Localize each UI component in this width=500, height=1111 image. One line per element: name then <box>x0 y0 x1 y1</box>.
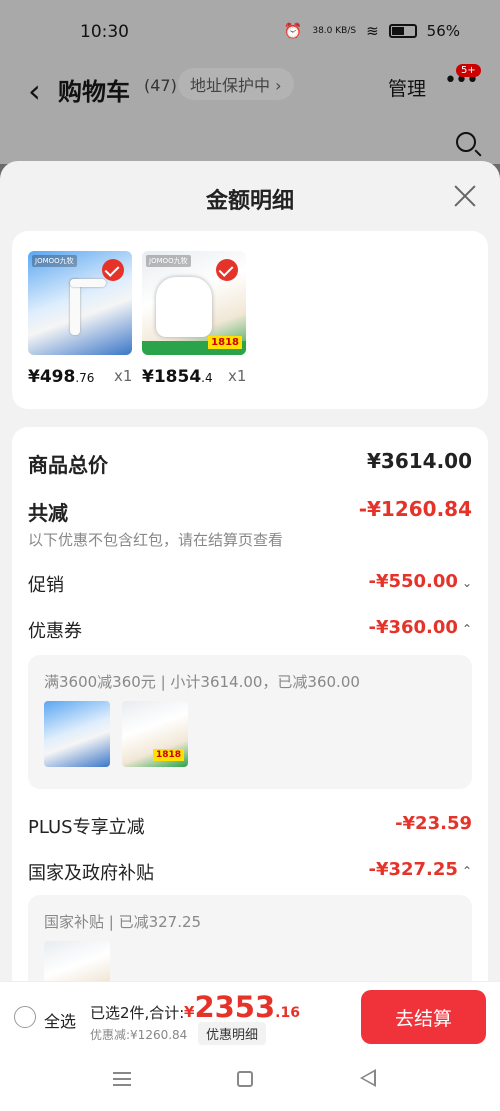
status-bar: 10:30 ⏰ 38.0 KB/S ≋ 56% <box>0 0 500 64</box>
home-icon[interactable] <box>237 1071 253 1087</box>
toilet-illustration <box>156 277 212 337</box>
battery-icon <box>388 24 417 38</box>
product-item-toilet[interactable]: JOMOO九牧 1818 ¥1854.4 x1 <box>142 251 246 387</box>
sheet-title: 金额明细 <box>205 189 294 214</box>
wifi-icon: ≋ <box>366 22 379 40</box>
status-icons: ⏰ 38.0 KB/S ≋ 56% <box>284 22 460 40</box>
product-qty: x1 <box>228 367 247 385</box>
product-image-faucet: JOMOO九牧 <box>28 251 132 355</box>
message-badge: 5+ <box>456 64 481 77</box>
select-all-label[interactable]: 全选 <box>44 1008 76 1032</box>
coupon-label: 优惠券 <box>28 621 82 642</box>
system-nav-bar <box>0 1053 500 1111</box>
alarm-icon: ⏰ <box>283 22 303 40</box>
row-reduce: 共减 -¥1260.84 <box>28 497 472 525</box>
discount-line: 优惠减:¥1260.84 <box>90 1028 188 1042</box>
faucet-illustration <box>70 279 106 335</box>
address-protect-label: 地址保护中 <box>190 76 271 95</box>
checkout-button[interactable]: 去结算 <box>361 990 486 1044</box>
manage-button[interactable]: 管理 <box>388 74 426 101</box>
total-yen: ¥ <box>184 1003 195 1021</box>
thumb-price-tag: 1818 <box>152 749 184 761</box>
product-qty: x1 <box>114 367 133 385</box>
image-price-tag: 1818 <box>208 336 242 349</box>
chevron-up-icon: ⌃ <box>461 622 472 636</box>
amount-detail-sheet: 金额明细 JOMOO九牧 ¥498.76 x1 JOMOO九牧 1818 ¥18… <box>0 161 500 1111</box>
coupon-detail-text: 满3600减360元 | 小计3614.00，已减360.00 <box>44 673 360 691</box>
gov-value: -¥327.25 ⌃ <box>368 859 472 880</box>
product-item-faucet[interactable]: JOMOO九牧 ¥498.76 x1 <box>28 251 132 387</box>
selected-info: 已选2件,合计: <box>90 1004 185 1022</box>
total-dec: .16 <box>275 1005 300 1021</box>
total-int: 2353 <box>194 990 276 1024</box>
reduce-label: 共减 <box>28 501 68 525</box>
reduce-value: -¥1260.84 <box>358 497 472 521</box>
product-card: JOMOO九牧 ¥498.76 x1 JOMOO九牧 1818 ¥1854.4 … <box>12 231 488 409</box>
product-image-toilet: JOMOO九牧 1818 <box>142 251 246 355</box>
address-protect-button[interactable]: 地址保护中 › <box>178 68 294 100</box>
row-promo[interactable]: 促销 -¥550.00 ⌄ <box>28 571 472 597</box>
cart-count: (47) <box>144 76 177 95</box>
cart-header: ‹ 购物车 (47) 地址保护中 › 管理 ••• 5+ 全部 购物 秒送外卖 <box>0 64 500 224</box>
product-price-dec: .4 <box>201 371 213 385</box>
row-coupon[interactable]: 优惠券 -¥360.00 ⌃ <box>28 617 472 643</box>
discount-detail-button[interactable]: 优惠明细 <box>198 1022 267 1045</box>
checked-icon <box>216 259 238 281</box>
coupon-amount: -¥360.00 <box>368 617 458 638</box>
page-title: 购物车 <box>58 78 130 106</box>
chevron-up-icon: ⌃ <box>461 864 472 878</box>
checkout-bar: 全选 已选2件,合计: ¥2353.16 优惠减:¥1260.84 优惠明细 去… <box>0 981 500 1053</box>
coupon-detail-box: 满3600减360元 | 小计3614.00，已减360.00 1818 <box>28 655 472 789</box>
brand-logo: JOMOO九牧 <box>146 255 191 267</box>
promo-label: 促销 <box>28 575 64 596</box>
gov-label: 国家及政府补贴 <box>28 863 154 884</box>
net-speed: 38.0 KB/S <box>312 26 357 36</box>
promo-amount: -¥550.00 <box>368 571 458 592</box>
coupon-thumb-toilet: 1818 <box>122 701 188 767</box>
product-price-int: ¥1854 <box>142 367 202 387</box>
promo-value: -¥550.00 ⌄ <box>368 571 472 592</box>
close-icon[interactable] <box>452 183 478 209</box>
total-value: ¥3614.00 <box>366 449 472 473</box>
brand-logo: JOMOO九牧 <box>32 255 77 267</box>
select-all-radio[interactable] <box>14 1006 36 1028</box>
battery-percent: 56% <box>426 22 460 40</box>
chevron-down-icon: ⌄ <box>461 576 472 590</box>
product-price-int: ¥498 <box>28 367 76 387</box>
total-amount: ¥2353.16 <box>184 990 300 1024</box>
row-plus: PLUS专享立减 -¥23.59 <box>28 813 472 839</box>
product-price-dec: .76 <box>75 371 95 385</box>
back-arrow-icon[interactable]: ‹ <box>28 72 41 110</box>
coupon-thumb-faucet <box>44 701 110 767</box>
total-label: 商品总价 <box>28 453 108 477</box>
coupon-value: -¥360.00 ⌃ <box>368 617 472 638</box>
checked-icon <box>102 259 124 281</box>
gov-detail-text: 国家补贴 | 已减327.25 <box>44 913 202 931</box>
recents-icon[interactable] <box>113 1072 131 1086</box>
back-icon[interactable] <box>360 1069 376 1087</box>
row-gov-subsidy[interactable]: 国家及政府补贴 -¥327.25 ⌃ <box>28 859 472 885</box>
plus-value: -¥23.59 <box>395 813 472 834</box>
reduce-note: 以下优惠不包含红包，请在结算页查看 <box>28 531 284 549</box>
plus-label: PLUS专享立减 <box>28 817 145 838</box>
search-icon[interactable] <box>456 132 476 152</box>
row-total: 商品总价 ¥3614.00 <box>28 449 472 477</box>
gov-amount: -¥327.25 <box>368 859 458 880</box>
status-time: 10:30 <box>80 22 129 42</box>
